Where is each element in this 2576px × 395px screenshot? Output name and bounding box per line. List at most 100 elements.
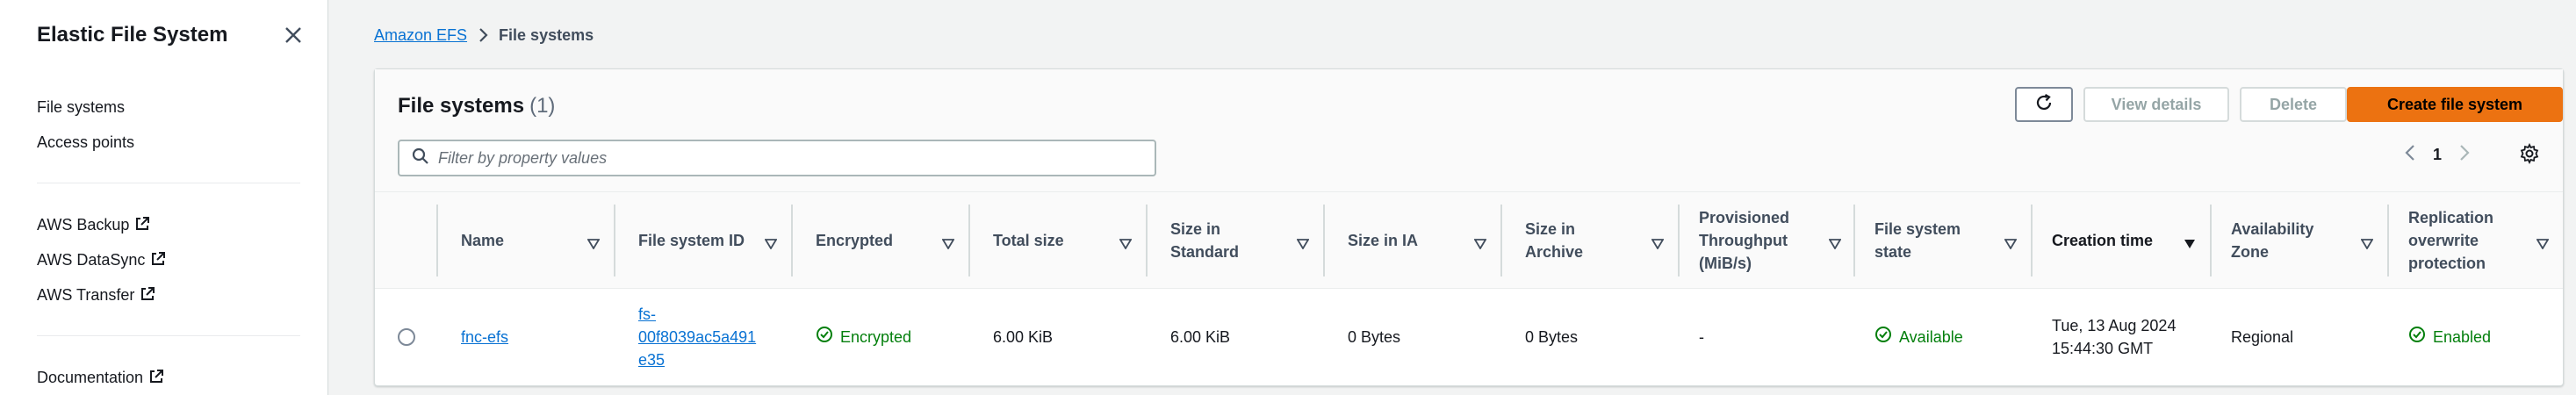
file-system-name-link[interactable]: fnc-efs — [461, 326, 508, 348]
filter-input-box[interactable] — [398, 140, 1156, 176]
column-header-label: Provisioned Throughput (MiB/s) — [1699, 206, 1789, 275]
column-header-line: Archive — [1525, 243, 1584, 261]
cell-size-in-ia: 0 Bytes — [1348, 328, 1401, 346]
column-header-label: Creation time — [2052, 232, 2154, 249]
settings-gear-icon[interactable] — [2519, 142, 2540, 169]
column-header-size-in-ia[interactable]: Size in IA — [1348, 192, 1500, 289]
page-number[interactable]: 1 — [2433, 146, 2442, 164]
sidebar-title: Elastic File System — [37, 23, 228, 47]
sidebar-item-label: AWS Transfer — [37, 286, 135, 304]
column-header-creation-time[interactable]: Creation time — [2052, 192, 2210, 289]
column-divider — [2387, 205, 2389, 276]
refresh-button[interactable] — [2015, 87, 2073, 122]
column-header-encrypted[interactable]: Encrypted — [816, 192, 968, 289]
column-header-line: Throughput — [1699, 232, 1788, 249]
sort-caret-icon — [1473, 233, 1487, 255]
column-divider — [1678, 205, 1680, 276]
column-header-line: state — [1874, 243, 1912, 261]
table-row[interactable]: fnc-efs fs- 00f8039ac5a491 e35 Encrypted 6… — [375, 289, 2563, 385]
sort-caret-icon — [586, 233, 601, 255]
sort-caret-icon — [1828, 233, 1842, 255]
sort-caret-icon — [2004, 233, 2018, 255]
column-header-line: Replication — [2408, 209, 2494, 226]
column-header-label: Size in Archive — [1525, 218, 1583, 263]
close-icon[interactable] — [281, 23, 306, 47]
column-header-file-system-state[interactable]: File system state — [1874, 192, 2031, 289]
cell-name: fnc-efs — [461, 289, 508, 385]
pagination: 1 — [2403, 143, 2472, 167]
column-header-label: Size in IA — [1348, 232, 1419, 249]
encrypted-text: Encrypted — [840, 328, 912, 346]
cell-availability-zone: Regional — [2231, 328, 2294, 346]
breadcrumb-link-amazon-efs[interactable]: Amazon EFS — [374, 26, 467, 44]
replication-status: Enabled — [2408, 326, 2491, 349]
column-header-line: overwrite — [2408, 232, 2479, 249]
sidebar-item-aws-transfer[interactable]: AWS Transfer — [37, 286, 155, 306]
external-link-icon — [140, 286, 155, 306]
column-header-availability-zone[interactable]: Availability Zone — [2231, 192, 2387, 289]
column-header-label: File system state — [1874, 218, 1961, 263]
column-header-file-system-id[interactable]: File system ID — [638, 192, 791, 289]
column-divider — [2210, 205, 2212, 276]
file-system-id-link[interactable]: fs- 00f8039ac5a491 e35 — [638, 303, 756, 371]
breadcrumb-current: File systems — [499, 26, 594, 44]
external-link-icon — [148, 369, 164, 389]
panel-title: File systems (1) — [398, 94, 555, 118]
sort-descending-icon — [2184, 233, 2196, 255]
column-divider — [791, 205, 793, 276]
column-header-line: Size in — [1170, 220, 1221, 238]
sidebar-item-label: AWS DataSync — [37, 251, 146, 269]
file-systems-panel: File systems (1) View details Delete Crea… — [374, 68, 2564, 386]
cell-file-system-state: Available — [1874, 289, 1963, 385]
sort-caret-icon — [2360, 233, 2374, 255]
column-divider — [1500, 205, 1502, 276]
sort-caret-icon — [1651, 233, 1665, 255]
column-header-label: Total size — [993, 232, 1064, 249]
external-link-icon — [134, 216, 150, 236]
filter-input[interactable] — [438, 148, 1123, 168]
cell-provisioned-throughput: - — [1699, 328, 1704, 346]
row-select-radio[interactable] — [398, 328, 415, 346]
column-divider — [614, 205, 615, 276]
chevron-right-icon[interactable] — [2457, 143, 2472, 167]
column-divider — [436, 205, 438, 276]
refresh-icon — [2034, 93, 2054, 117]
sidebar-item-label: Documentation — [37, 369, 144, 386]
column-header-name[interactable]: Name — [461, 192, 614, 289]
search-icon — [412, 147, 429, 169]
sidebar-item-file-systems[interactable]: File systems — [37, 98, 125, 117]
column-header-line: Provisioned — [1699, 209, 1790, 226]
sort-caret-icon — [2536, 233, 2550, 255]
column-header-size-in-standard[interactable]: Size in Standard — [1170, 192, 1323, 289]
chevron-left-icon[interactable] — [2403, 143, 2417, 167]
column-divider — [1146, 205, 1148, 276]
check-circle-icon — [816, 326, 840, 349]
sort-caret-icon — [764, 233, 778, 255]
column-header-provisioned-throughput[interactable]: Provisioned Throughput (MiB/s) — [1699, 192, 1855, 289]
column-header-line: Standard — [1170, 243, 1240, 261]
view-details-button[interactable]: View details — [2083, 87, 2229, 122]
panel-title-text: File systems — [398, 94, 525, 118]
check-circle-icon — [1874, 326, 1899, 349]
table-header: Name File system ID Encrypted Total size… — [375, 192, 2563, 289]
sidebar-item-documentation[interactable]: Documentation — [37, 369, 164, 389]
column-header-size-in-archive[interactable]: Size in Archive — [1525, 192, 1678, 289]
state-text: Available — [1899, 328, 1963, 346]
cell-total-size: 6.00 KiB — [993, 328, 1054, 346]
column-header-total-size[interactable]: Total size — [993, 192, 1146, 289]
state-status: Available — [1874, 326, 1963, 349]
column-divider — [968, 205, 970, 276]
sidebar-item-aws-backup[interactable]: AWS Backup — [37, 216, 150, 236]
replication-text: Enabled — [2433, 328, 2492, 346]
column-header-line: protection — [2408, 255, 2486, 272]
creation-line: 15:44:30 GMT — [2052, 340, 2154, 357]
column-header-replication-overwrite-protection[interactable]: Replication overwrite protection — [2408, 192, 2563, 289]
sidebar-item-aws-datasync[interactable]: AWS DataSync — [37, 251, 166, 271]
delete-button[interactable]: Delete — [2240, 87, 2347, 122]
breadcrumb: Amazon EFS File systems — [374, 26, 594, 47]
sidebar-item-access-points[interactable]: Access points — [37, 133, 134, 152]
sort-caret-icon — [1296, 233, 1310, 255]
sort-caret-icon — [1119, 233, 1133, 255]
create-file-system-button[interactable]: Create file system — [2347, 87, 2563, 122]
panel-header: File systems (1) View details Delete Crea… — [375, 69, 2563, 192]
